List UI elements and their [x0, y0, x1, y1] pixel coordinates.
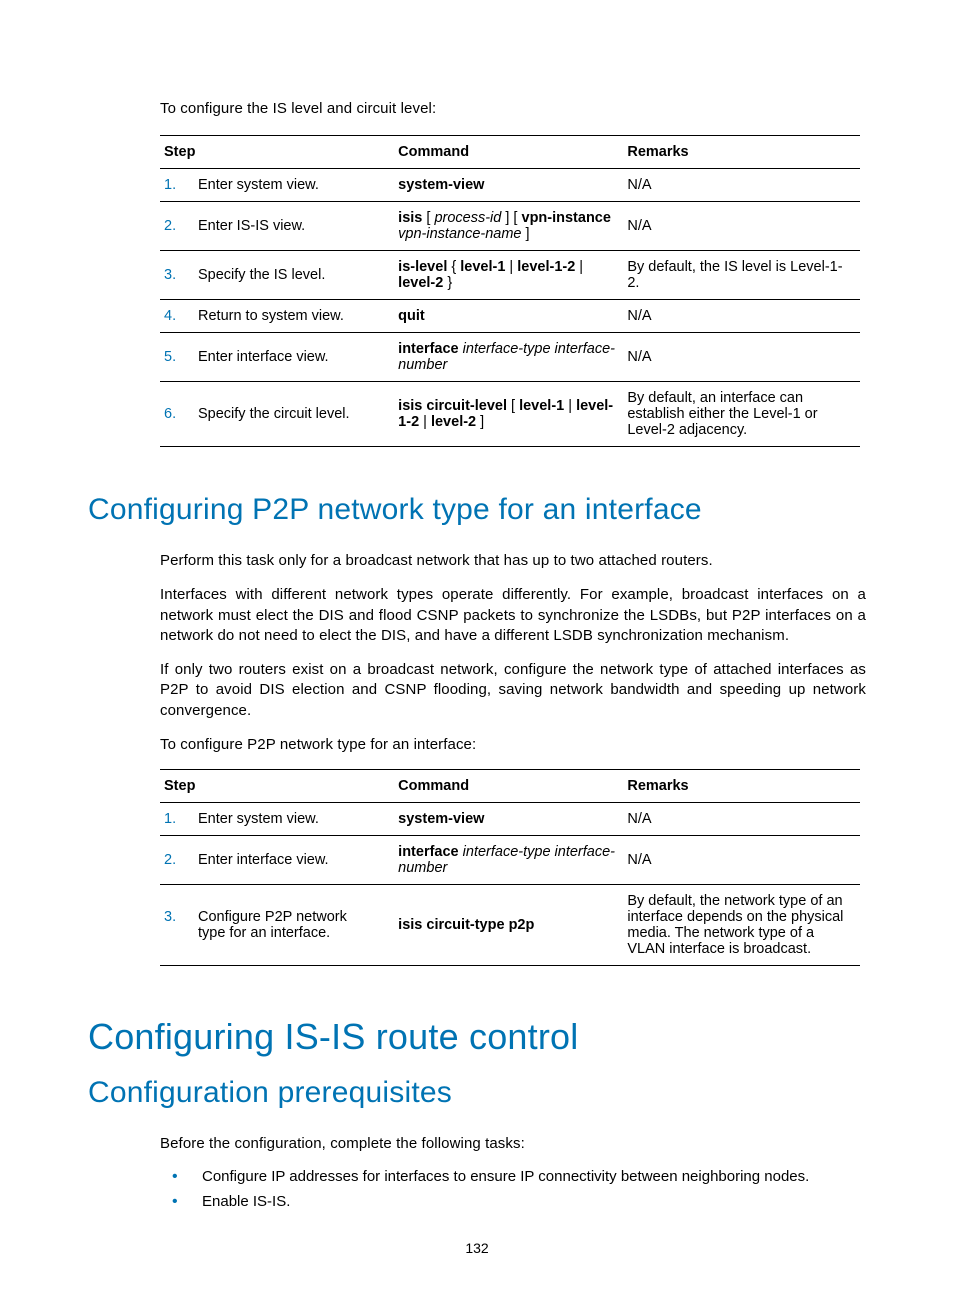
step-number: 1. — [164, 177, 198, 193]
p2p-para-1: Perform this task only for a broadcast n… — [160, 551, 866, 571]
heading-p2p: Configuring P2P network type for an inte… — [88, 493, 866, 527]
th-command: Command — [398, 770, 627, 803]
step-description: Enter IS-IS view. — [198, 218, 378, 234]
p2p-para-2: Interfaces with different network types … — [160, 585, 866, 646]
command-cell: isis circuit-type p2p — [398, 885, 627, 966]
step-cell: 4.Return to system view. — [160, 300, 398, 333]
step-description: Enter system view. — [198, 811, 378, 827]
table-row: 3.Configure P2P network type for an inte… — [160, 885, 860, 966]
step-number: 2. — [164, 218, 198, 234]
command-cell: system-view — [398, 803, 627, 836]
command-cell: is-level { level-1 | level-1-2 | level-2… — [398, 251, 627, 300]
step-cell: 1.Enter system view. — [160, 803, 398, 836]
th-step: Step — [160, 136, 398, 169]
step-cell: 6.Specify the circuit level. — [160, 382, 398, 447]
step-description: Configure P2P network type for an interf… — [198, 909, 378, 941]
step-number: 4. — [164, 308, 198, 324]
step-cell: 2.Enter IS-IS view. — [160, 202, 398, 251]
command-cell: interface interface-type interface-numbe… — [398, 836, 627, 885]
table-row: 6.Specify the circuit level.isis circuit… — [160, 382, 860, 447]
table-row: 5.Enter interface view.interface interfa… — [160, 333, 860, 382]
command-cell: interface interface-type interface-numbe… — [398, 333, 627, 382]
p2p-para-3: If only two routers exist on a broadcast… — [160, 660, 866, 721]
th-step: Step — [160, 770, 398, 803]
step-description: Enter interface view. — [198, 349, 378, 365]
heading-route-control: Configuring IS-IS route control — [88, 1016, 866, 1058]
step-description: Specify the IS level. — [198, 267, 378, 283]
list-item: Configure IP addresses for interfaces to… — [160, 1168, 866, 1185]
table-row: 3.Specify the IS level.is-level { level-… — [160, 251, 860, 300]
step-cell: 1.Enter system view. — [160, 169, 398, 202]
table-is-level: Step Command Remarks 1.Enter system view… — [160, 135, 860, 447]
remarks-cell: N/A — [627, 803, 860, 836]
remarks-cell: N/A — [627, 300, 860, 333]
th-remarks: Remarks — [627, 770, 860, 803]
step-number: 3. — [164, 909, 198, 925]
heading-prereq: Configuration prerequisites — [88, 1076, 866, 1110]
table-p2p: Step Command Remarks 1.Enter system view… — [160, 769, 860, 966]
step-number: 5. — [164, 349, 198, 365]
remarks-cell: N/A — [627, 333, 860, 382]
page-number: 132 — [0, 1240, 954, 1256]
table-row: 1.Enter system view.system-viewN/A — [160, 803, 860, 836]
step-number: 6. — [164, 406, 198, 422]
remarks-cell: By default, the network type of an inter… — [627, 885, 860, 966]
step-cell: 5.Enter interface view. — [160, 333, 398, 382]
remarks-cell: By default, an interface can establish e… — [627, 382, 860, 447]
intro-text-1: To configure the IS level and circuit le… — [160, 100, 866, 117]
p2p-para-4: To configure P2P network type for an int… — [160, 735, 866, 755]
step-cell: 3.Specify the IS level. — [160, 251, 398, 300]
step-number: 2. — [164, 852, 198, 868]
command-cell: system-view — [398, 169, 627, 202]
remarks-cell: N/A — [627, 169, 860, 202]
step-cell: 2.Enter interface view. — [160, 836, 398, 885]
step-number: 1. — [164, 811, 198, 827]
step-cell: 3.Configure P2P network type for an inte… — [160, 885, 398, 966]
prereq-bullets: Configure IP addresses for interfaces to… — [160, 1168, 866, 1210]
remarks-cell: N/A — [627, 202, 860, 251]
step-description: Return to system view. — [198, 308, 378, 324]
remarks-cell: N/A — [627, 836, 860, 885]
table-row: 2.Enter IS-IS view.isis [ process-id ] [… — [160, 202, 860, 251]
command-cell: isis [ process-id ] [ vpn-instance vpn-i… — [398, 202, 627, 251]
command-cell: isis circuit-level [ level-1 | level-1-2… — [398, 382, 627, 447]
prereq-intro: Before the configuration, complete the f… — [160, 1134, 866, 1154]
th-remarks: Remarks — [627, 136, 860, 169]
table-row: 2.Enter interface view.interface interfa… — [160, 836, 860, 885]
list-item: Enable IS-IS. — [160, 1193, 866, 1210]
step-number: 3. — [164, 267, 198, 283]
command-cell: quit — [398, 300, 627, 333]
step-description: Enter interface view. — [198, 852, 378, 868]
step-description: Enter system view. — [198, 177, 378, 193]
remarks-cell: By default, the IS level is Level-1-2. — [627, 251, 860, 300]
table-row: 1.Enter system view.system-viewN/A — [160, 169, 860, 202]
th-command: Command — [398, 136, 627, 169]
step-description: Specify the circuit level. — [198, 406, 378, 422]
table-row: 4.Return to system view.quitN/A — [160, 300, 860, 333]
